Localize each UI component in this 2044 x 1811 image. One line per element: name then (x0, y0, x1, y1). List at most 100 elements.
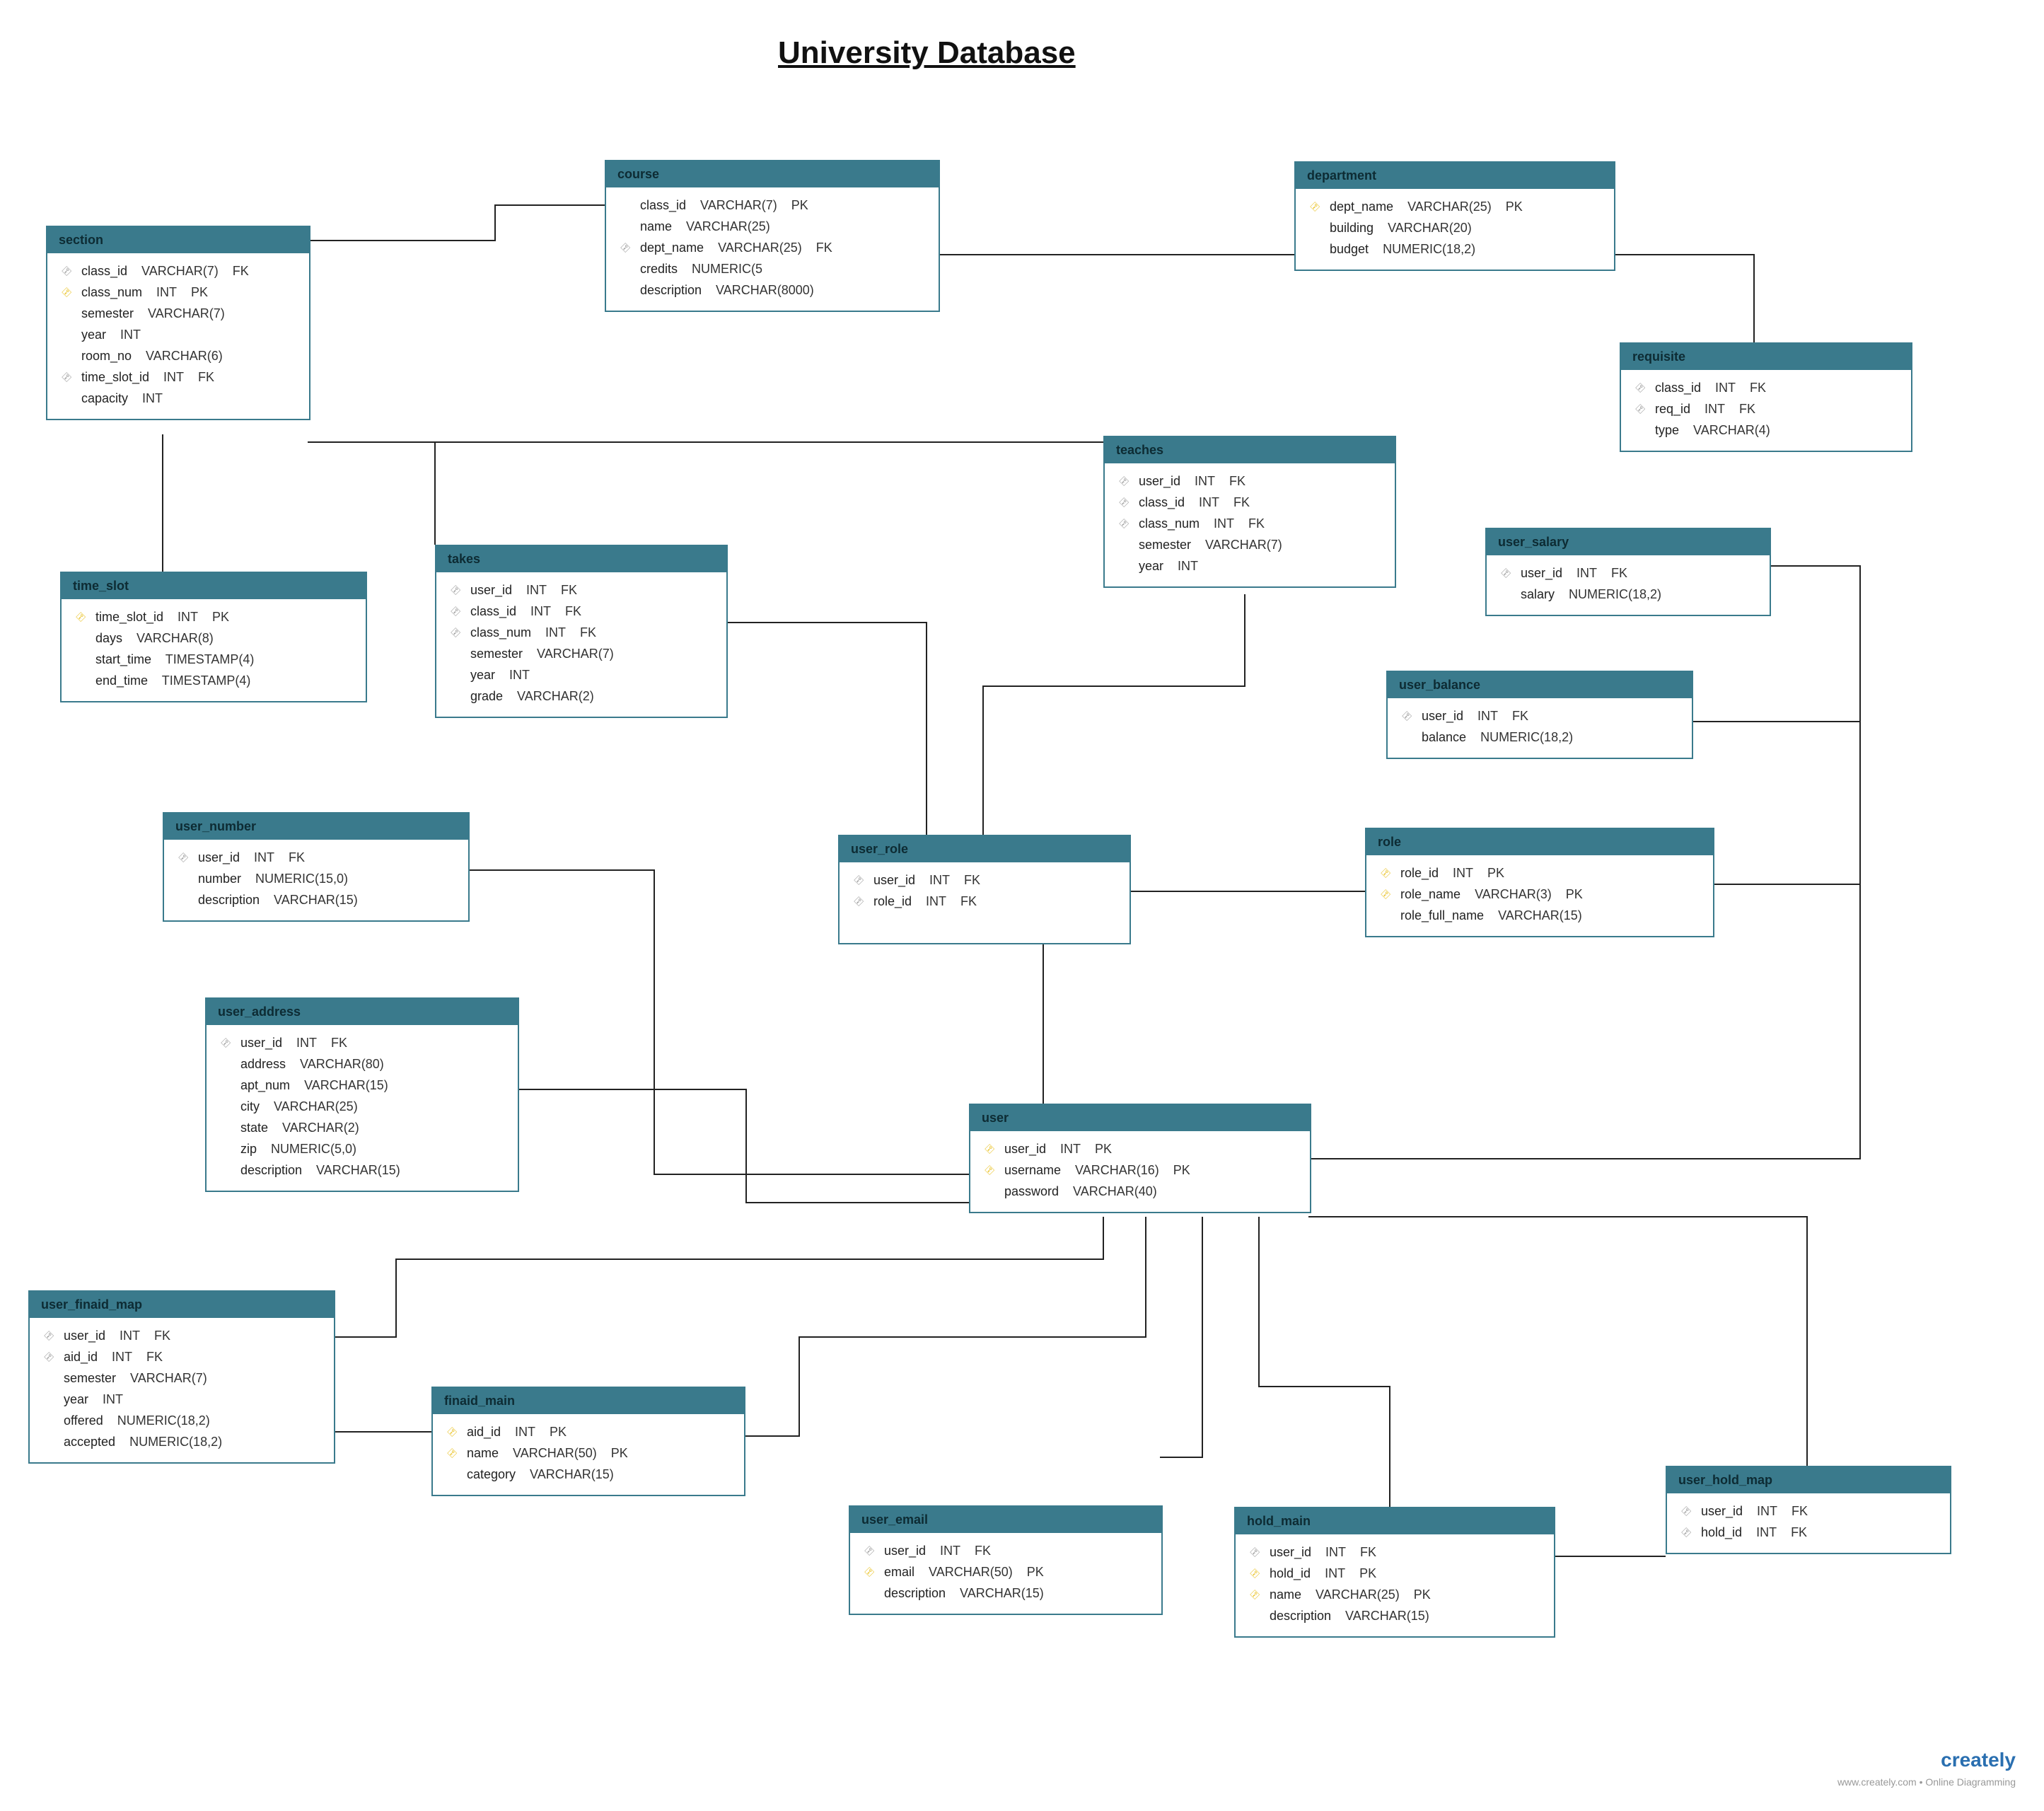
column-row: ⚿class_id INT FK (1116, 492, 1383, 513)
entity-header[interactable]: takes (436, 546, 726, 572)
entity-user_role[interactable]: user_role⚿user_id INT FK⚿role_id INT FK (838, 835, 1131, 944)
entity-header[interactable]: time_slot (62, 573, 366, 599)
column-row: year INT (448, 664, 715, 685)
column-keylabel: FK (1226, 492, 1250, 513)
entity-teaches[interactable]: teaches⚿user_id INT FK⚿class_id INT FK⚿c… (1103, 436, 1396, 588)
entity-header[interactable]: teaches (1105, 437, 1395, 463)
entity-user_hold_map[interactable]: user_hold_map⚿user_id INT FK⚿hold_id INT… (1666, 1466, 1951, 1554)
column-row: ⚿user_id INT FK (851, 869, 1118, 891)
entity-header[interactable]: requisite (1621, 344, 1911, 370)
entity-header[interactable]: hold_main (1236, 1508, 1554, 1534)
entity-requisite[interactable]: requisite⚿class_id INT FK⚿req_id INT FKt… (1620, 342, 1912, 452)
column-row: name VARCHAR(25) (617, 216, 927, 237)
entity-header[interactable]: role (1366, 829, 1713, 855)
column-name: user_id (1422, 705, 1463, 727)
column-name: user_id (873, 869, 915, 891)
connector (725, 623, 927, 835)
entity-user[interactable]: user⚿user_id INT PK⚿username VARCHAR(16)… (969, 1104, 1311, 1213)
entity-finaid_main[interactable]: finaid_main⚿aid_id INT PK⚿name VARCHAR(5… (431, 1387, 745, 1496)
entity-time_slot[interactable]: time_slot ⚿time_slot_id INT PKdays VARCHA… (60, 572, 367, 702)
column-type: VARCHAR(25) (711, 237, 802, 258)
entity-takes[interactable]: takes⚿user_id INT FK⚿class_id INT FK⚿cla… (435, 545, 728, 718)
column-row: ⚿dept_name VARCHAR(25) FK (617, 237, 927, 258)
key-icon-pk: ⚿ (1378, 862, 1393, 884)
column-name: class_id (470, 601, 516, 622)
column-type: VARCHAR(8000) (709, 279, 814, 301)
connector (1259, 1217, 1390, 1507)
column-row: ⚿class_id INT FK (1632, 377, 1900, 398)
entity-user_address[interactable]: user_address⚿user_id INT FKaddress VARCH… (205, 997, 519, 1192)
entity-body: class_id VARCHAR(7) PKname VARCHAR(25)⚿d… (606, 187, 939, 311)
column-type: NUMERIC(18,2) (110, 1410, 210, 1431)
key-icon-fk: ⚿ (41, 1346, 57, 1367)
column-row: building VARCHAR(20) (1307, 217, 1603, 238)
entity-user_salary[interactable]: user_salary⚿user_id INT FKsalary NUMERIC… (1485, 528, 1771, 616)
entity-header[interactable]: user (970, 1105, 1310, 1131)
column-type: INT (933, 1540, 960, 1561)
column-row: ⚿user_id INT FK (41, 1325, 323, 1346)
entity-header[interactable]: user_number (164, 814, 468, 840)
entity-hold_main[interactable]: hold_main⚿user_id INT FK⚿hold_id INT PK⚿… (1234, 1507, 1555, 1638)
key-icon-fk: ⚿ (1116, 513, 1132, 534)
entity-header[interactable]: user_finaid_map (30, 1292, 334, 1318)
column-row: end_time TIMESTAMP(4) (73, 670, 354, 691)
connector (516, 1089, 969, 1203)
column-type: VARCHAR(20) (1381, 217, 1472, 238)
column-name: aid_id (64, 1346, 98, 1367)
key-icon-fk: ⚿ (448, 601, 463, 622)
entity-header[interactable]: user_balance (1388, 672, 1692, 698)
entity-header[interactable]: user_hold_map (1667, 1467, 1950, 1493)
key-icon-pk: ⚿ (1307, 196, 1323, 217)
column-type: VARCHAR(3) (1468, 884, 1552, 905)
entity-course[interactable]: courseclass_id VARCHAR(7) PKname VARCHAR… (605, 160, 940, 312)
column-row: apt_num VARCHAR(15) (218, 1075, 506, 1096)
column-type: INT (289, 1032, 317, 1053)
entity-header[interactable]: user_role (840, 836, 1130, 862)
column-row: ⚿class_id VARCHAR(7) FK (59, 260, 298, 282)
column-name: user_id (1270, 1541, 1311, 1563)
column-row: ⚿time_slot_id INT PK (73, 606, 354, 627)
entity-header[interactable]: finaid_main (433, 1388, 744, 1414)
entity-section[interactable]: section⚿class_id VARCHAR(7) FK⚿class_num… (46, 226, 310, 420)
column-name: role_name (1400, 884, 1461, 905)
column-name: description (640, 279, 702, 301)
column-name: semester (1139, 534, 1191, 555)
entity-department[interactable]: department⚿dept_name VARCHAR(25) PKbuild… (1294, 161, 1615, 271)
column-type: VARCHAR(15) (953, 1583, 1044, 1604)
column-keylabel: PK (1480, 862, 1504, 884)
entity-body: ⚿user_id INT FKsalary NUMERIC(18,2) (1487, 555, 1770, 615)
column-type: VARCHAR(7) (693, 195, 777, 216)
column-row (851, 912, 1118, 933)
column-type: INT (112, 1325, 140, 1346)
entity-header[interactable]: user_address (207, 999, 518, 1025)
column-row: ⚿user_id INT FK (218, 1032, 506, 1053)
column-name: apt_num (240, 1075, 290, 1096)
entity-header[interactable]: department (1296, 163, 1614, 189)
column-type: VARCHAR(16) (1068, 1159, 1159, 1181)
entity-user_finaid_map[interactable]: user_finaid_map ⚿user_id INT FK⚿ aid_id IN… (28, 1290, 335, 1464)
brand-logo: creately (1941, 1749, 2016, 1771)
column-row: description VARCHAR(15) (861, 1583, 1150, 1604)
column-name: building (1330, 217, 1374, 238)
entity-header[interactable]: user_salary (1487, 529, 1770, 555)
entity-role[interactable]: role⚿role_id INT PK⚿role_name VARCHAR(3)… (1365, 828, 1714, 937)
column-type: VARCHAR(40) (1066, 1181, 1157, 1202)
column-name: role_id (1400, 862, 1439, 884)
column-row: ⚿class_id INT FK (448, 601, 715, 622)
column-type: INT (247, 847, 274, 868)
column-row: description VARCHAR(8000) (617, 279, 927, 301)
entity-header[interactable]: course (606, 161, 939, 187)
column-row: class_id VARCHAR(7) PK (617, 195, 927, 216)
column-name: days (95, 627, 122, 649)
entity-header[interactable]: section (47, 227, 309, 253)
column-row: days VARCHAR(8) (73, 627, 354, 649)
column-row: ⚿aid_id INT FK (41, 1346, 323, 1367)
column-type: VARCHAR(15) (523, 1464, 614, 1485)
column-name: year (470, 664, 495, 685)
column-keylabel: FK (1222, 470, 1245, 492)
entity-user_balance[interactable]: user_balance⚿user_id INT FKbalance NUMER… (1386, 671, 1693, 759)
column-row: ⚿user_id INT FK (861, 1540, 1150, 1561)
entity-user_number[interactable]: user_number⚿user_id INT FKnumber NUMERIC… (163, 812, 470, 922)
entity-header[interactable]: user_email (850, 1507, 1161, 1533)
entity-user_email[interactable]: user_email⚿user_id INT FK⚿email VARCHAR(… (849, 1505, 1163, 1615)
